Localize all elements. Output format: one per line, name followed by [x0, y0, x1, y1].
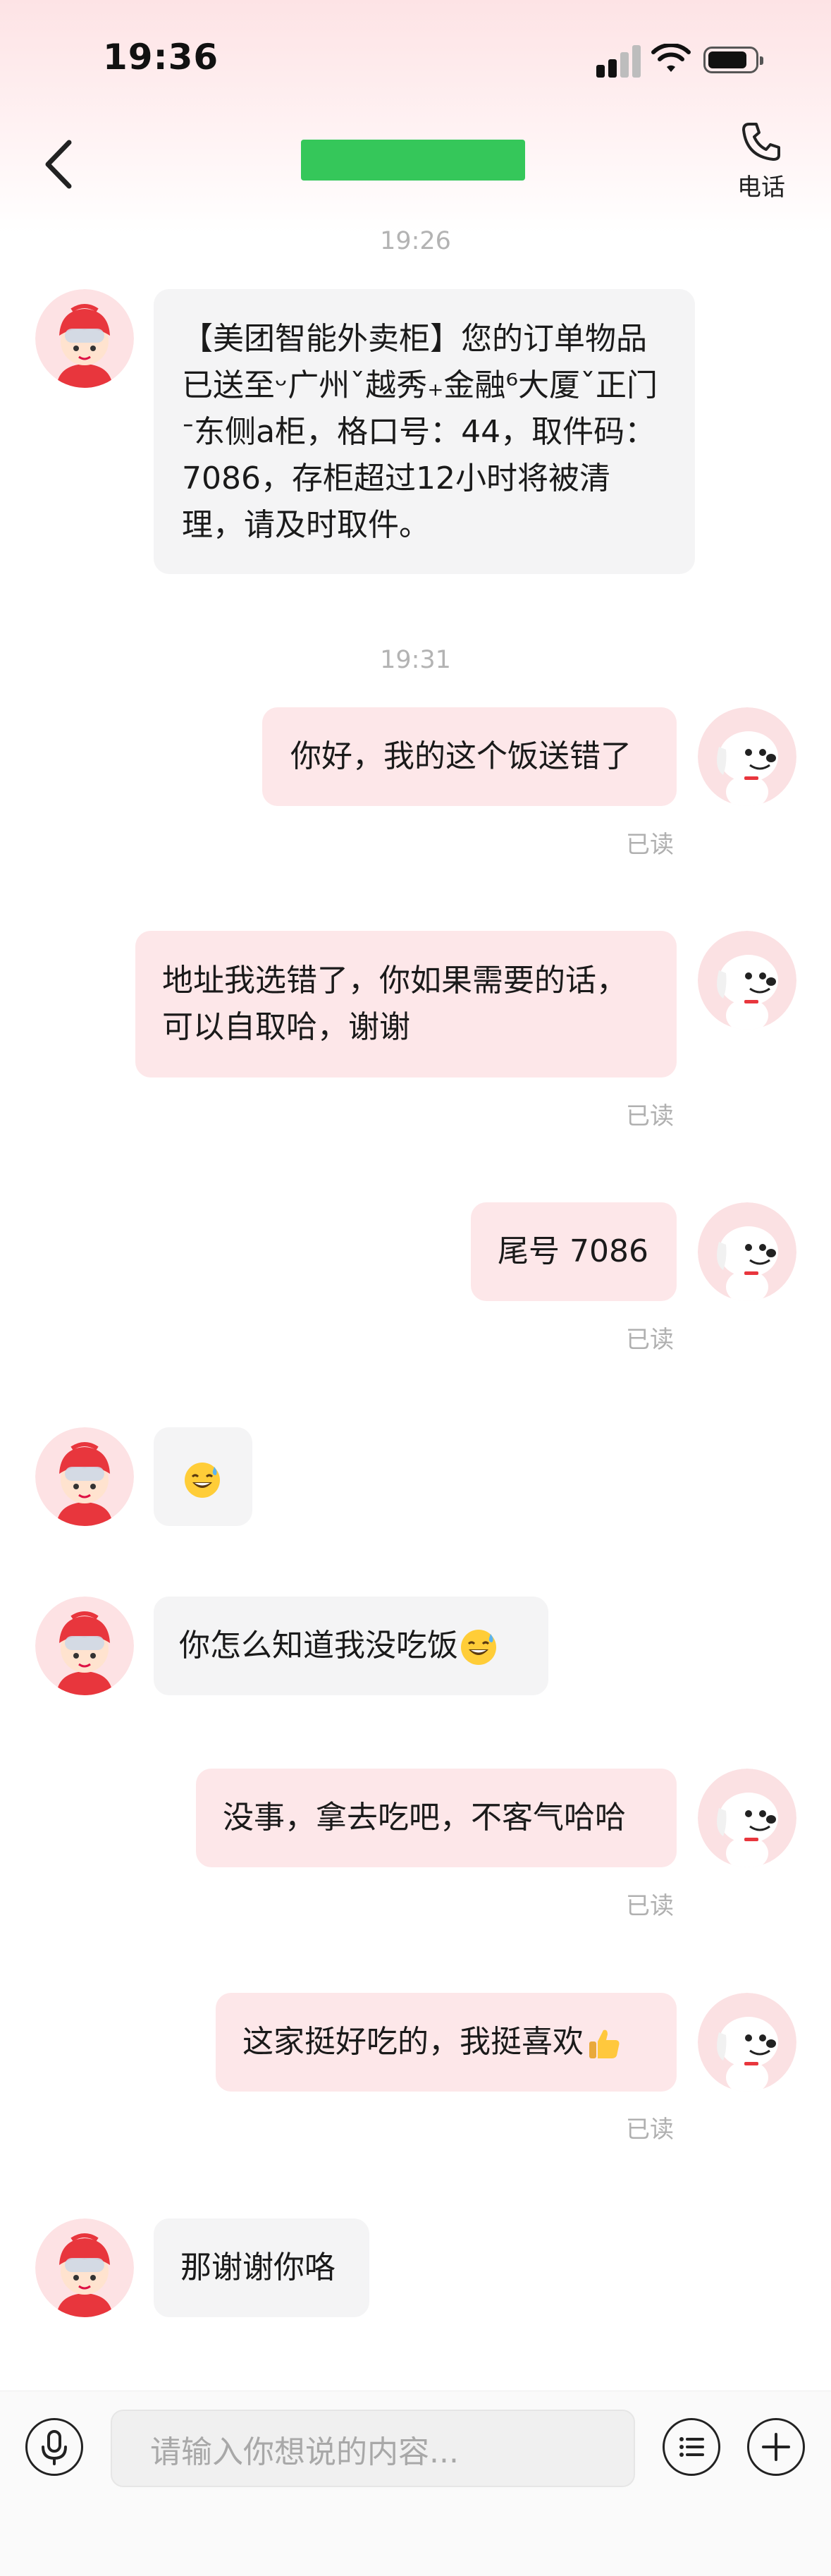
- my-avatar[interactable]: [698, 1202, 796, 1301]
- phone-call-button[interactable]: 电话: [733, 120, 789, 205]
- contact-name-redacted: [301, 140, 525, 181]
- wifi-icon: [651, 44, 691, 72]
- status-time: 19:36: [103, 37, 219, 78]
- message-text: 地址我选错了，你如果需要的话，可以自取哈，谢谢: [162, 963, 627, 1045]
- message-bubble-outgoing[interactable]: 这家挺好吃的，我挺喜欢: [216, 1993, 677, 2092]
- more-options-button[interactable]: [747, 2418, 805, 2476]
- read-status: 已读: [626, 831, 674, 859]
- message-text: 你好，我的这个饭送错了: [290, 738, 632, 774]
- avatar-rider-icon: [35, 1597, 134, 1695]
- phone-label: 电话: [737, 173, 785, 202]
- contact-avatar[interactable]: [35, 289, 134, 388]
- read-status: 已读: [626, 2116, 674, 2144]
- message-text: 没事，拿去吃吧，不客气哈哈: [223, 1800, 626, 1836]
- contact-avatar[interactable]: [35, 2218, 134, 2317]
- message-text: 你怎么知道我没吃饭: [179, 1628, 458, 1664]
- message-input-bar: 请输入你想说的内容...: [0, 2391, 831, 2576]
- contact-avatar[interactable]: [35, 1597, 134, 1695]
- avatar-dog-icon: [698, 931, 796, 1030]
- voice-input-button[interactable]: [25, 2418, 83, 2476]
- contact-avatar[interactable]: [35, 1427, 134, 1526]
- battery-icon: [703, 47, 763, 73]
- avatar-dog-icon: [698, 1769, 796, 1867]
- message-bubble-outgoing[interactable]: 没事，拿去吃吧，不客气哈哈: [196, 1769, 677, 1867]
- message-input[interactable]: 请输入你想说的内容...: [111, 2410, 635, 2487]
- phone-icon: [742, 123, 780, 161]
- list-icon: [679, 2437, 704, 2457]
- cellular-signal-icon: [596, 45, 641, 78]
- message-bubble-incoming[interactable]: 你怎么知道我没吃饭: [154, 1597, 548, 1695]
- message-bubble-outgoing[interactable]: 你好，我的这个饭送错了: [262, 707, 677, 806]
- quick-phrases-button[interactable]: [663, 2418, 720, 2476]
- my-avatar[interactable]: [698, 707, 796, 806]
- microphone-icon: [42, 2430, 67, 2465]
- read-status: 已读: [626, 1102, 674, 1130]
- message-bubble-outgoing[interactable]: 地址我选错了，你如果需要的话，可以自取哈，谢谢: [135, 931, 677, 1078]
- status-bar: 19:36: [0, 0, 831, 120]
- message-bubble-incoming[interactable]: [154, 1427, 252, 1526]
- plus-icon: [762, 2433, 790, 2461]
- sweat-smile-emoji: [460, 1628, 498, 1666]
- read-status: 已读: [626, 1892, 674, 1920]
- my-avatar[interactable]: [698, 1769, 796, 1867]
- message-bubble-incoming[interactable]: 那谢谢你咯: [154, 2218, 369, 2317]
- avatar-dog-icon: [698, 1993, 796, 2092]
- input-placeholder: 请输入你想说的内容...: [150, 2434, 459, 2470]
- message-bubble-incoming[interactable]: 【美团智能外卖柜】您的订单物品已送至ᵕ广州ˇ越秀₊金融⁶大厦ˇ正门ᐨ东侧a柜，格…: [154, 289, 695, 574]
- message-text: 尾号 7086: [498, 1233, 648, 1269]
- chat-header: 电话: [0, 120, 831, 212]
- avatar-rider-icon: [35, 2218, 134, 2317]
- back-chevron-icon[interactable]: [35, 133, 85, 196]
- read-status: 已读: [626, 1326, 674, 1354]
- message-text: 【美团智能外卖柜】您的订单物品已送至ᵕ广州ˇ越秀₊金融⁶大厦ˇ正门ᐨ东侧a柜，格…: [182, 321, 658, 543]
- thumbs-up-emoji: [585, 2025, 623, 2063]
- my-avatar[interactable]: [698, 931, 796, 1030]
- message-text: 那谢谢你咯: [180, 2250, 336, 2285]
- my-avatar[interactable]: [698, 1993, 796, 2092]
- timestamp: 19:31: [380, 646, 451, 674]
- sweat-smile-emoji: [183, 1461, 221, 1499]
- avatar-dog-icon: [698, 707, 796, 806]
- avatar-rider-icon: [35, 289, 134, 388]
- avatar-dog-icon: [698, 1202, 796, 1301]
- message-bubble-outgoing[interactable]: 尾号 7086: [471, 1202, 677, 1301]
- avatar-rider-icon: [35, 1427, 134, 1526]
- timestamp: 19:26: [380, 227, 451, 255]
- message-text: 这家挺好吃的，我挺喜欢: [242, 2024, 584, 2060]
